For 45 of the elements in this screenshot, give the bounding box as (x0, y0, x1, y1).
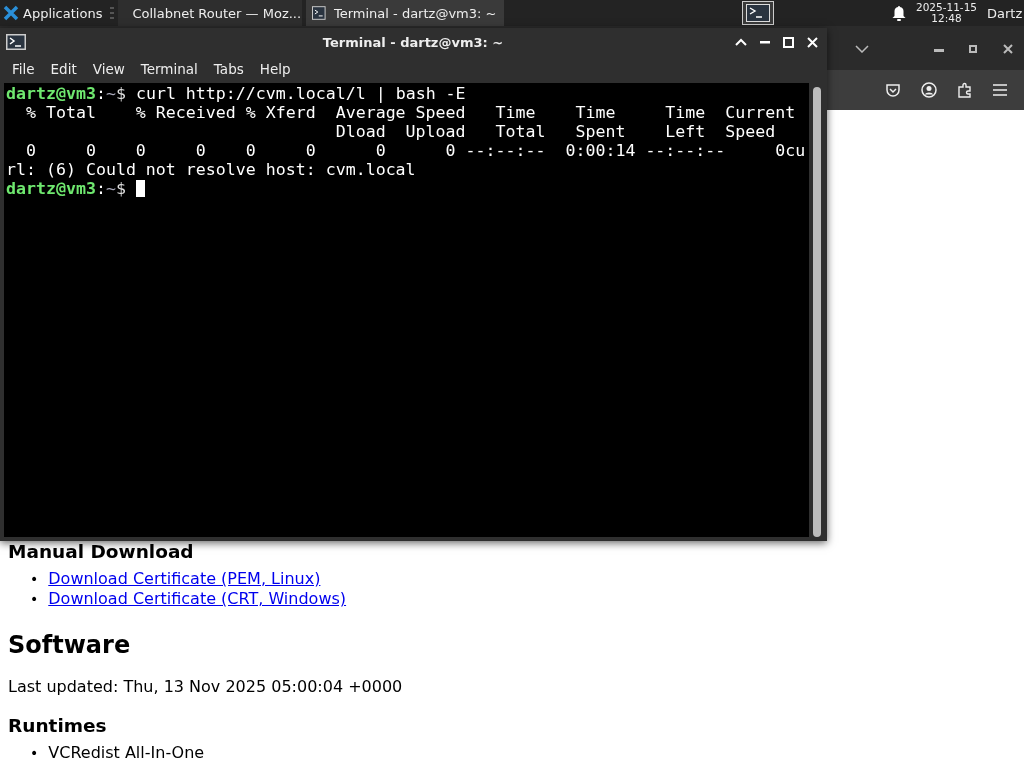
account-icon[interactable] (921, 82, 937, 98)
menu-item[interactable]: File (4, 61, 43, 77)
section-heading: Runtimes (8, 715, 108, 737)
chevron-up-icon[interactable] (735, 38, 747, 46)
menu-item[interactable]: Edit (42, 61, 85, 77)
section-heading: Manual Download (8, 541, 195, 563)
list-bullet: • (30, 744, 39, 763)
minimize-icon[interactable] (760, 40, 770, 44)
bell-icon[interactable] (891, 5, 906, 21)
terminal-line: % Total % Received % Xferd Average Speed Time Time Time Current (24, 103, 797, 122)
clock[interactable]: 2025-11-15 12:48 (915, 2, 977, 24)
scrollbar-thumb[interactable] (813, 87, 821, 537)
window-title: Terminal - dartz@vm3: ~ (322, 34, 504, 50)
user-name[interactable]: Dartz (987, 5, 1024, 21)
chevron-down-icon[interactable] (855, 45, 869, 53)
text-paragraph: Last updated: Thu, 13 Nov 2025 05:00:04 +0000 (8, 677, 404, 697)
terminal-line: Dload Upload Total Spent Left Speed (334, 122, 777, 141)
menu-icon[interactable] (993, 84, 1007, 96)
terminal-line: dartz@vm3:~$ (6, 179, 809, 198)
xfce-logo-icon (3, 5, 19, 21)
taskbar-button[interactable]: Terminal - dartz@vm3: ~ (306, 0, 505, 26)
terminal-icon (6, 34, 26, 50)
terminal-line: rl: (6) Could not resolve host: cvm.local (6, 160, 417, 179)
taskbar-button[interactable]: Collabnet Router — Moz... (118, 0, 303, 26)
close-icon[interactable] (1003, 44, 1013, 54)
list-bullet: • (30, 590, 39, 609)
terminal-line: 0 0 0 0 0 0 0 0 --:--:-- 0:00:14 --:--:-- 0cu (24, 141, 807, 160)
link[interactable]: Download Certificate (PEM, Linux) (48, 569, 321, 588)
list-item: VCRedist All-In-One (48, 743, 205, 762)
terminal-icon (312, 6, 326, 20)
maximize-icon[interactable] (969, 45, 977, 53)
workspace-switcher[interactable] (741, 1, 774, 25)
menu-item[interactable]: View (84, 61, 133, 77)
drag-handle-icon (110, 7, 115, 19)
applications-menu[interactable]: Applications (0, 0, 107, 26)
list-bullet: • (30, 570, 39, 589)
menu-item[interactable]: Terminal (132, 61, 206, 77)
terminal-icon (745, 4, 770, 22)
section-heading: Software (8, 631, 132, 659)
menu-item[interactable]: Tabs (205, 61, 252, 77)
terminal-line: dartz@vm3:~$ curl http://cvm.local/l | bash -E (6, 84, 467, 103)
link[interactable]: Download Certificate (CRT, Windows) (48, 589, 347, 608)
pocket-icon[interactable] (885, 82, 901, 98)
menu-item[interactable]: Help (251, 61, 299, 77)
puzzle-icon[interactable] (957, 82, 973, 98)
